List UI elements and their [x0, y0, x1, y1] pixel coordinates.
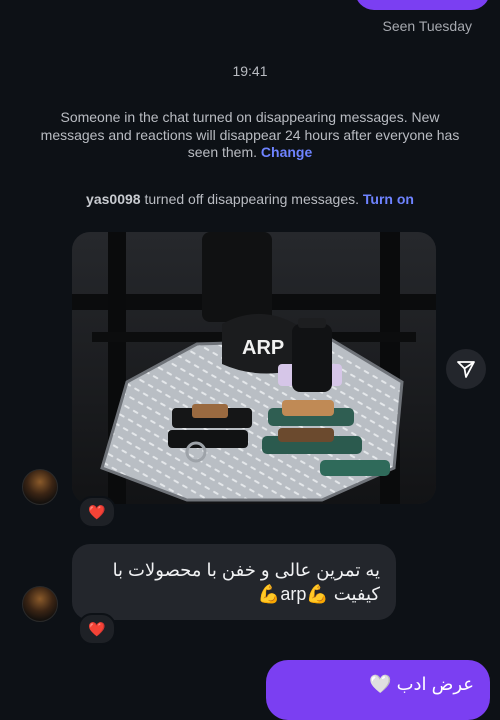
send-arrow-icon: [457, 361, 475, 378]
outgoing-text-message[interactable]: عرض ادب 🤍: [266, 660, 490, 720]
turn-on-link[interactable]: Turn on: [363, 191, 414, 207]
heart-reaction[interactable]: ❤️: [78, 496, 116, 528]
disappearing-off-notice: yas0098 turned off disappearing messages…: [0, 191, 500, 207]
heart-reaction-2[interactable]: ❤️: [78, 613, 116, 645]
photo-message[interactable]: ARP: [72, 232, 436, 504]
product-photo: ARP: [72, 232, 436, 504]
notice-text-2: turned off disappearing messages.: [144, 191, 359, 207]
notice-username[interactable]: yas0098: [86, 191, 141, 207]
seen-status: Seen Tuesday: [382, 18, 472, 34]
notice-text: Someone in the chat turned on disappeari…: [40, 109, 460, 160]
message-text: یه تمرین عالی و خفن با محصولات با کیفیت …: [112, 560, 380, 604]
outgoing-message-bubble-top[interactable]: [355, 0, 490, 10]
outgoing-message-text: عرض ادب 🤍: [369, 674, 474, 694]
share-button[interactable]: [446, 349, 486, 389]
incoming-text-message[interactable]: یه تمرین عالی و خفن با محصولات با کیفیت …: [72, 544, 396, 620]
sender-avatar-2[interactable]: [22, 586, 58, 622]
heart-icon: ❤️: [88, 503, 106, 520]
disappearing-messages-notice: Someone in the chat turned on disappeari…: [40, 109, 460, 162]
heart-icon: ❤️: [88, 620, 106, 637]
sender-avatar[interactable]: [22, 469, 58, 505]
product-logo-text: ARP: [242, 337, 284, 359]
change-link[interactable]: Change: [261, 144, 312, 160]
message-timestamp: 19:41: [232, 63, 268, 79]
